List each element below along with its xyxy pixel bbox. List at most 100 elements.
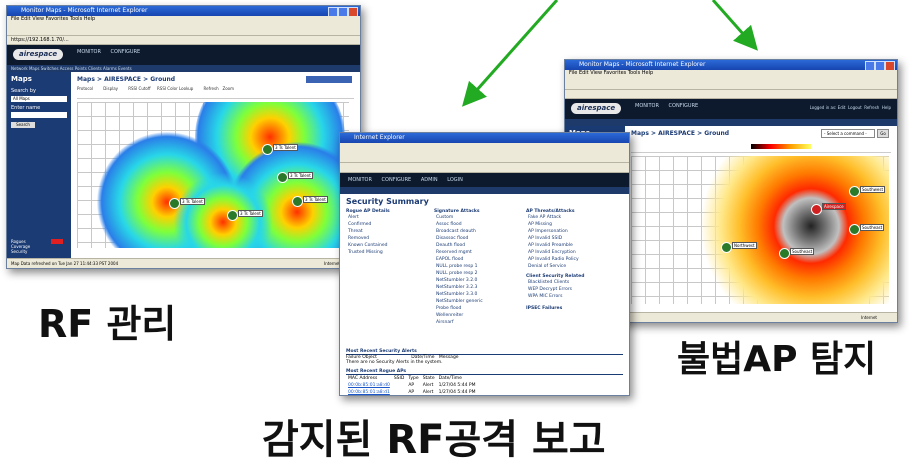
count-link[interactable] <box>589 256 593 263</box>
go-button[interactable]: Go <box>877 129 889 138</box>
main-nav[interactable]: MONITOR CONFIGURE <box>635 103 706 109</box>
table-row[interactable]: 00:0b:85:01:a8:d0 AP Alert 1/27/04 5:44 P… <box>346 382 478 389</box>
top-links[interactable]: Logged in as: Edit Logout Refresh Help <box>810 105 891 110</box>
main-nav[interactable]: MONITOR CONFIGURE <box>77 49 148 55</box>
select-command-dropdown[interactable]: - Select a command - <box>821 129 875 138</box>
minimize-button[interactable] <box>865 61 875 70</box>
count-link[interactable] <box>493 242 497 249</box>
table-row[interactable]: NULL probe resp 1 <box>434 263 497 270</box>
table-row[interactable]: AP Invalid SSID <box>526 235 593 242</box>
search-button[interactable]: Search <box>11 122 35 128</box>
count-link[interactable] <box>398 249 402 256</box>
count-link[interactable] <box>493 319 497 326</box>
table-row[interactable]: Wellenreiter <box>434 312 497 319</box>
count-link[interactable] <box>493 284 497 291</box>
table-row[interactable]: Disassoc flood <box>434 235 497 242</box>
table-row[interactable]: Fake AP Attack <box>526 214 593 221</box>
rf-heatmap[interactable]: 3 Ts Talent 3 Ts Talent 3 Ts Talent 3 Ts… <box>77 102 349 248</box>
count-link[interactable] <box>493 256 497 263</box>
table-row[interactable]: AP Invalid Encryption <box>526 249 593 256</box>
access-point-icon[interactable] <box>292 196 303 207</box>
access-point-icon[interactable] <box>779 248 790 259</box>
table-row[interactable]: WEP Decrypt Errors <box>526 286 586 293</box>
count-link[interactable] <box>582 286 586 293</box>
table-row[interactable]: NetStumbler 3.2.0 <box>434 277 497 284</box>
table-row[interactable]: Broadcast deauth <box>434 228 497 235</box>
count-link[interactable] <box>398 235 402 242</box>
table-row[interactable]: Confirmed <box>346 221 402 228</box>
count-link[interactable] <box>589 235 593 242</box>
table-row[interactable]: AP Impersonation <box>526 228 593 235</box>
table-row[interactable]: Denial of Service <box>526 263 593 270</box>
access-point-icon[interactable] <box>277 172 288 183</box>
count-link[interactable] <box>589 214 593 221</box>
sub-nav[interactable] <box>340 187 629 194</box>
map-header-controls[interactable] <box>631 140 891 153</box>
count-link[interactable] <box>493 263 497 270</box>
sub-nav[interactable] <box>565 119 897 126</box>
tab-monitor[interactable]: MONITOR <box>77 49 101 55</box>
table-row[interactable]: Custom <box>434 214 497 221</box>
maximize-button[interactable] <box>338 7 348 16</box>
alarm-row-security[interactable]: Security <box>7 249 71 254</box>
count-link[interactable] <box>493 277 497 284</box>
table-row[interactable]: AP Invalid Preamble <box>526 242 593 249</box>
map-header-controls[interactable]: Protocol Display RSSI Cutoff RSSI Color … <box>77 86 354 99</box>
access-point-icon[interactable] <box>227 210 238 221</box>
count-link[interactable] <box>589 221 593 228</box>
enter-name-input[interactable] <box>11 112 67 118</box>
main-nav[interactable]: MONITOR CONFIGURE ADMIN LOGIN <box>348 177 471 183</box>
close-button[interactable] <box>348 7 358 16</box>
count-link[interactable] <box>398 221 402 228</box>
links-toolbar[interactable] <box>340 163 629 173</box>
count-link[interactable] <box>582 279 586 286</box>
sub-nav[interactable]: Network Maps Switches Access Points Clie… <box>7 65 360 72</box>
count-link[interactable] <box>493 298 497 305</box>
count-link[interactable] <box>493 312 497 319</box>
map-select-command[interactable] <box>306 76 352 83</box>
count-link[interactable] <box>493 221 497 228</box>
table-row[interactable]: NULL probe resp 2 <box>434 270 497 277</box>
maximize-button[interactable] <box>875 61 885 70</box>
close-button[interactable] <box>885 61 895 70</box>
count-link[interactable] <box>398 242 402 249</box>
table-row[interactable]: Alert <box>346 214 402 221</box>
access-point-icon[interactable] <box>849 224 860 235</box>
table-row[interactable]: NetStumbler 3.2.3 <box>434 284 497 291</box>
access-point-icon[interactable] <box>721 242 732 253</box>
access-point-icon[interactable] <box>849 186 860 197</box>
tab-login[interactable]: LOGIN <box>447 177 463 183</box>
count-link[interactable] <box>493 249 497 256</box>
tab-monitor[interactable]: MONITOR <box>635 103 659 109</box>
browser-toolbar[interactable] <box>565 77 897 90</box>
ipsec-failures[interactable]: IPSEC Failures <box>526 306 624 311</box>
table-row[interactable]: 00:0b:85:01:a8:d1 AP Alert 1/27/04 5:44 P… <box>346 389 478 395</box>
tab-configure[interactable]: CONFIGURE <box>111 49 141 55</box>
count-link[interactable] <box>493 214 497 221</box>
table-row[interactable]: Probe flood <box>434 305 497 312</box>
menu-bar[interactable]: File Edit View Favorites Tools Help <box>565 70 897 77</box>
address-bar[interactable]: https://192.168.1.70/... <box>7 36 360 45</box>
table-row[interactable]: AP Missing <box>526 221 593 228</box>
rogue-ap-icon[interactable] <box>811 204 822 215</box>
table-row[interactable]: EAPOL flood <box>434 256 497 263</box>
tab-admin[interactable]: ADMIN <box>421 177 438 183</box>
access-point-icon[interactable] <box>262 144 273 155</box>
count-link[interactable] <box>493 270 497 277</box>
table-row[interactable]: NetStumbler generic <box>434 298 497 305</box>
table-row[interactable]: Blacklisted Clients <box>526 279 586 286</box>
count-link[interactable] <box>582 293 586 300</box>
tab-configure[interactable]: CONFIGURE <box>669 103 699 109</box>
rogue-heatmap[interactable]: Southwest Southeast Airespace Northwest … <box>631 156 889 304</box>
count-link[interactable] <box>589 249 593 256</box>
table-row[interactable]: Threat <box>346 228 402 235</box>
count-link[interactable] <box>589 228 593 235</box>
count-link[interactable] <box>398 228 402 235</box>
menu-bar[interactable]: File Edit View Favorites Tools Help <box>7 16 360 23</box>
count-link[interactable] <box>493 235 497 242</box>
table-row[interactable]: Reserved mgmt <box>434 249 497 256</box>
menu-bar[interactable] <box>340 143 629 150</box>
table-row[interactable]: Trusted Missing <box>346 249 402 256</box>
table-row[interactable]: Assoc flood <box>434 221 497 228</box>
table-row[interactable]: Deauth flood <box>434 242 497 249</box>
